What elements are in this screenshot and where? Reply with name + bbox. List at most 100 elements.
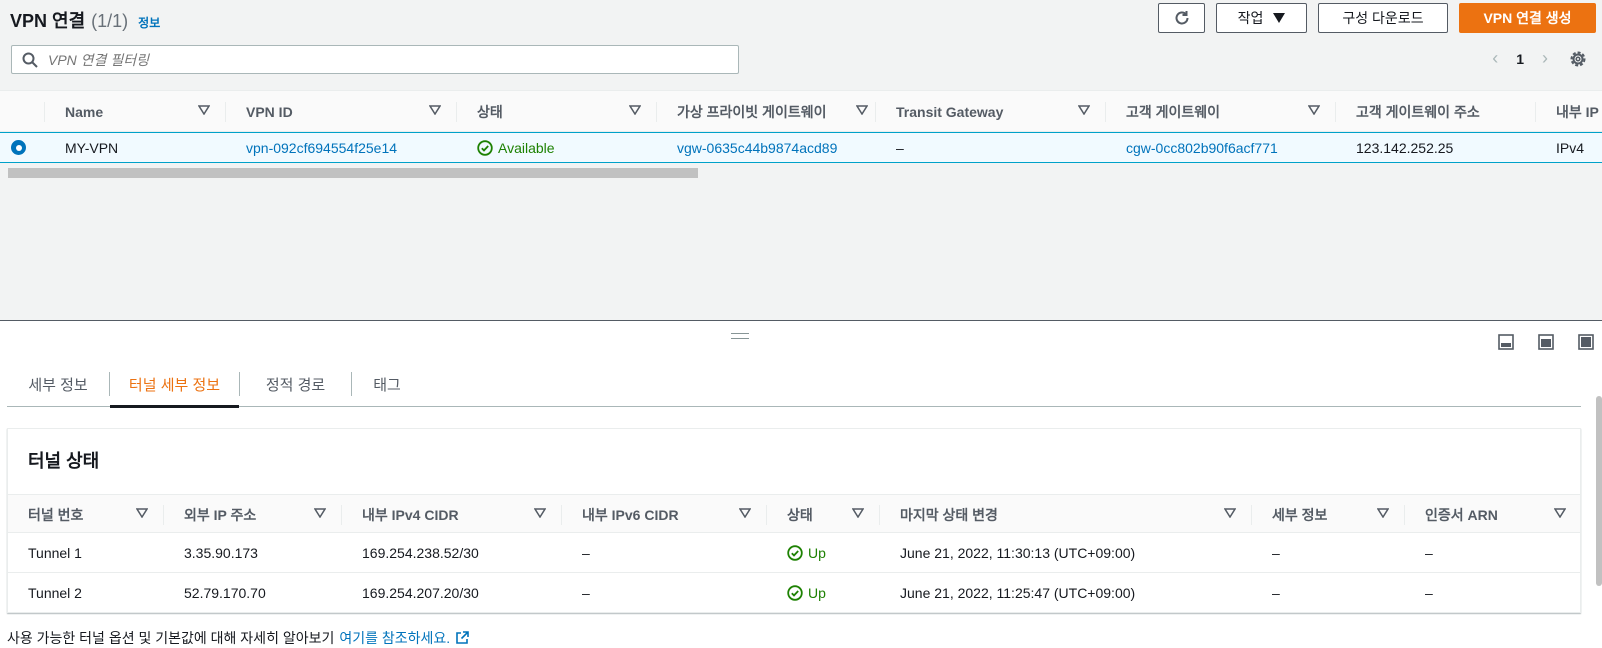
sort-icon bbox=[1377, 508, 1389, 518]
search-box[interactable] bbox=[11, 45, 739, 74]
sort-icon bbox=[429, 105, 441, 115]
cell-outside-ip: 3.35.90.173 bbox=[184, 544, 258, 561]
sort-icon bbox=[1224, 508, 1236, 518]
refresh-icon bbox=[1175, 11, 1188, 25]
row-select-radio[interactable] bbox=[11, 140, 26, 155]
column-label: 내부 IPv4 CIDR bbox=[362, 506, 459, 523]
actions-label: 작업 bbox=[1237, 10, 1264, 26]
tunnel-status-panel: 터널 상태 터널 번호 외부 IP 주소 내부 IPv4 CIDR 내부 IPv… bbox=[7, 428, 1581, 613]
column-label: 상태 bbox=[477, 104, 503, 120]
prev-page-icon[interactable]: ‹ bbox=[1492, 48, 1498, 69]
sort-icon bbox=[1078, 105, 1090, 115]
create-vpn-button[interactable]: VPN 연결 생성 bbox=[1459, 3, 1596, 33]
sort-icon bbox=[198, 105, 210, 115]
column-header-vpn-id[interactable]: VPN ID bbox=[226, 91, 457, 133]
title-count: (1/1) bbox=[91, 11, 129, 31]
column-label: 외부 IP 주소 bbox=[184, 506, 257, 523]
column-label: 고객 게이트웨이 bbox=[1126, 104, 1221, 120]
sort-icon bbox=[534, 508, 546, 518]
column-label: Name bbox=[65, 104, 104, 120]
cell-ipv6-cidr: – bbox=[582, 584, 590, 601]
column-label: 고객 게이트웨이 주소 bbox=[1356, 104, 1480, 120]
tab-details[interactable]: 세부 정보 bbox=[7, 361, 109, 407]
cell-inner-ip: IPv4 bbox=[1556, 139, 1585, 156]
column-header-ipv4-cidr[interactable]: 내부 IPv4 CIDR bbox=[342, 495, 562, 534]
cell-status: Available bbox=[477, 133, 555, 162]
cell-vpn-id[interactable]: vpn-092cf694554f25e14 bbox=[246, 133, 397, 162]
layout-bottom-icon[interactable] bbox=[1498, 334, 1514, 350]
sort-icon bbox=[136, 508, 148, 518]
cell-tunnel-number: Tunnel 2 bbox=[28, 584, 82, 601]
page-title: VPN 연결 (1/1) 정보 bbox=[10, 7, 160, 33]
column-label: 인증서 ARN bbox=[1425, 506, 1498, 523]
column-label: Transit Gateway bbox=[896, 104, 1004, 120]
layout-full-icon[interactable] bbox=[1578, 334, 1594, 350]
pagination: ‹ 1 › bbox=[1492, 48, 1548, 69]
column-label: 마지막 상태 변경 bbox=[900, 506, 998, 523]
column-header-tgw[interactable]: Transit Gateway bbox=[876, 91, 1106, 133]
refresh-button[interactable] bbox=[1158, 3, 1205, 33]
column-header-cgw-address[interactable]: 고객 게이트웨이 주소 bbox=[1336, 91, 1536, 133]
column-header-cert-arn[interactable]: 인증서 ARN bbox=[1405, 495, 1580, 534]
check-circle-icon bbox=[477, 139, 493, 156]
footer-note: 사용 가능한 터널 옵션 및 기본값에 대해 자세히 알아보기 여기를 참조하세… bbox=[7, 628, 469, 648]
search-icon bbox=[22, 52, 38, 68]
column-header-outside-ip[interactable]: 외부 IP 주소 bbox=[164, 495, 342, 534]
layout-half-icon[interactable] bbox=[1538, 334, 1554, 350]
cell-ipv4-cidr: 169.254.238.52/30 bbox=[362, 544, 479, 561]
column-header-details[interactable]: 세부 정보 bbox=[1252, 495, 1405, 534]
learn-more-link[interactable]: 여기를 참조하세요. bbox=[339, 628, 450, 648]
sort-icon bbox=[856, 105, 868, 115]
column-label: 가상 프라이빗 게이트웨이 bbox=[677, 104, 827, 120]
cell-tunnel-number: Tunnel 1 bbox=[28, 544, 82, 561]
sort-icon bbox=[852, 508, 864, 518]
tab-tunnel-details[interactable]: 터널 세부 정보 bbox=[110, 361, 239, 408]
tab-static-routes[interactable]: 정적 경로 bbox=[240, 361, 351, 407]
cell-ipv4-cidr: 169.254.207.20/30 bbox=[362, 584, 479, 601]
column-header-last-change[interactable]: 마지막 상태 변경 bbox=[880, 495, 1252, 534]
scrollbar-thumb[interactable] bbox=[8, 168, 698, 178]
table-row[interactable]: MY-VPN vpn-092cf694554f25e14 Available v… bbox=[0, 132, 1602, 163]
cell-cgw-address: 123.142.252.25 bbox=[1356, 139, 1454, 156]
cell-name: MY-VPN bbox=[65, 139, 119, 156]
gear-icon[interactable] bbox=[1568, 49, 1588, 69]
cell-ipv6-cidr: – bbox=[582, 544, 590, 561]
column-label: 내부 IP bbox=[1556, 104, 1599, 120]
next-page-icon[interactable]: › bbox=[1542, 48, 1548, 69]
tunnel-table-header: 터널 번호 외부 IP 주소 내부 IPv4 CIDR 내부 IPv6 CIDR… bbox=[8, 494, 1580, 533]
column-header-status[interactable]: 상태 bbox=[767, 495, 880, 534]
column-label: 내부 IPv6 CIDR bbox=[582, 506, 679, 523]
status-text: Up bbox=[808, 584, 826, 601]
download-label: 구성 다운로드 bbox=[1342, 10, 1424, 26]
split-divider[interactable] bbox=[0, 320, 1602, 321]
cell-cgw[interactable]: cgw-0cc802b90f6acf771 bbox=[1126, 133, 1278, 162]
page-number[interactable]: 1 bbox=[1516, 51, 1524, 67]
column-header-name[interactable]: Name bbox=[45, 91, 226, 133]
status-text: Available bbox=[498, 139, 555, 156]
cell-details: – bbox=[1272, 544, 1280, 561]
horizontal-scrollbar[interactable] bbox=[0, 164, 1602, 178]
resize-handle-icon[interactable] bbox=[731, 333, 749, 339]
column-header-cgw[interactable]: 고객 게이트웨이 bbox=[1106, 91, 1336, 133]
download-config-button[interactable]: 구성 다운로드 bbox=[1318, 3, 1448, 33]
column-label: 상태 bbox=[787, 506, 813, 523]
vertical-scrollbar[interactable] bbox=[1596, 396, 1602, 586]
sort-icon bbox=[314, 508, 326, 518]
tab-tags[interactable]: 태그 bbox=[352, 361, 422, 407]
search-input[interactable] bbox=[48, 51, 688, 68]
column-header-ipv6-cidr[interactable]: 내부 IPv6 CIDR bbox=[562, 495, 767, 534]
sort-icon bbox=[739, 508, 751, 518]
cell-vgw[interactable]: vgw-0635c44b9874acd89 bbox=[677, 133, 837, 162]
footer-text: 사용 가능한 터널 옵션 및 기본값에 대해 자세히 알아보기 bbox=[7, 630, 335, 646]
column-header-inner-ip[interactable]: 내부 IP bbox=[1536, 91, 1602, 133]
info-link[interactable]: 정보 bbox=[138, 14, 160, 31]
column-header-vgw[interactable]: 가상 프라이빗 게이트웨이 bbox=[657, 91, 876, 133]
create-label: VPN 연결 생성 bbox=[1483, 10, 1572, 26]
external-link-icon[interactable] bbox=[455, 631, 469, 645]
column-header-tunnel-number[interactable]: 터널 번호 bbox=[8, 495, 164, 534]
column-header-status[interactable]: 상태 bbox=[457, 91, 657, 133]
cell-tgw: – bbox=[896, 139, 904, 156]
detail-tabs: 세부 정보 터널 세부 정보 정적 경로 태그 bbox=[7, 361, 1581, 408]
tunnel-row: Tunnel 2 52.79.170.70 169.254.207.20/30 … bbox=[8, 573, 1580, 613]
actions-dropdown[interactable]: 작업 bbox=[1216, 3, 1307, 33]
